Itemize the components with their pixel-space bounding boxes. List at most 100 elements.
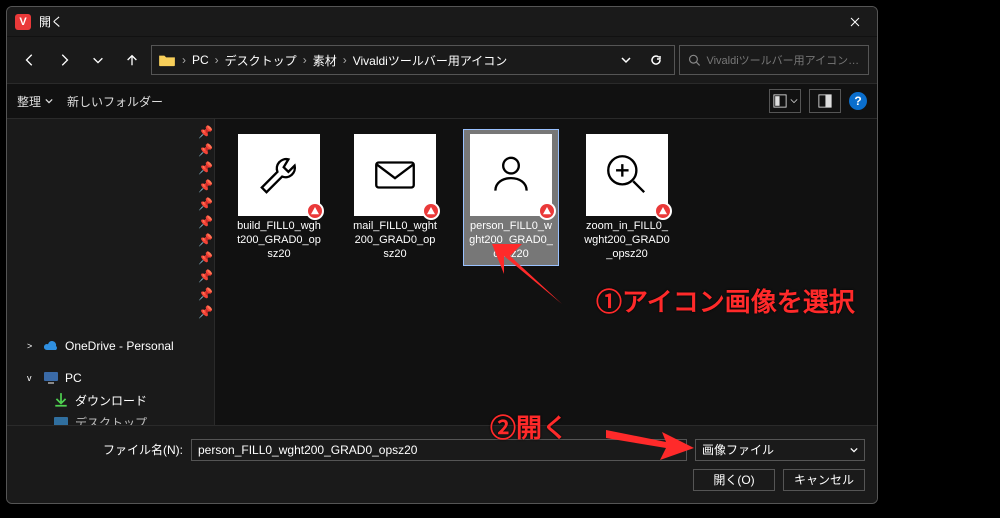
breadcrumb-separator: › xyxy=(182,53,186,67)
arrow-up-icon xyxy=(125,53,139,67)
file-name: zoom_in_FILL0_wght200_GRAD0_opsz20 xyxy=(584,220,670,261)
filename-input[interactable] xyxy=(191,439,687,461)
chevron-down-icon xyxy=(91,53,105,67)
pin-icon: 📌 xyxy=(198,287,208,297)
vivaldi-app-icon: V xyxy=(15,14,31,30)
chevron-down-icon xyxy=(850,446,858,454)
file-name: build_FILL0_wght200_GRAD0_opsz20 xyxy=(236,220,322,261)
file-item[interactable]: build_FILL0_wght200_GRAD0_opsz20 xyxy=(231,129,327,266)
file-item[interactable]: mail_FILL0_wght200_GRAD0_opsz20 xyxy=(347,129,443,266)
breadcrumb-separator: › xyxy=(303,53,307,67)
file-open-dialog: V 開く › PC › デスクトップ › xyxy=(6,6,878,504)
help-button[interactable]: ? xyxy=(849,92,867,110)
nav-up-button[interactable] xyxy=(117,45,147,75)
filetype-label: 画像ファイル xyxy=(702,441,774,458)
arrow-left-icon xyxy=(23,53,37,67)
body-split: 📌 📌 📌 📌 📌 📌 📌 📌 📌 📌 📌 > OneDrive - Perso… xyxy=(7,119,877,425)
preview-pane-button[interactable] xyxy=(809,89,841,113)
breadcrumb-item[interactable]: デスクトップ xyxy=(225,52,297,69)
sidebar-item-downloads[interactable]: ダウンロード xyxy=(7,389,214,411)
pin-icon: 📌 xyxy=(198,251,208,261)
file-thumbnail xyxy=(354,134,436,216)
sidebar-tree: 📌 📌 📌 📌 📌 📌 📌 📌 📌 📌 📌 > OneDrive - Perso… xyxy=(7,119,215,425)
pin-icon: 📌 xyxy=(198,233,208,243)
close-button[interactable] xyxy=(833,7,877,37)
mail-icon xyxy=(370,150,420,200)
breadcrumb-separator: › xyxy=(343,53,347,67)
nav-back-button[interactable] xyxy=(15,45,45,75)
folder-icon xyxy=(158,53,176,67)
file-item-selected[interactable]: person_FILL0_wght200_GRAD0_opsz20 xyxy=(463,129,559,266)
cloud-icon xyxy=(43,338,59,354)
sidebar-item-label: ダウンロード xyxy=(75,392,147,409)
pin-icon: 📌 xyxy=(198,161,208,171)
vivaldi-badge xyxy=(538,202,556,220)
file-name: person_FILL0_wght200_GRAD0_opsz20 xyxy=(468,220,554,261)
view-mode-button[interactable] xyxy=(769,89,801,113)
file-list-area[interactable]: build_FILL0_wght200_GRAD0_opsz20 mail_FI… xyxy=(215,119,877,425)
chevron-down-icon xyxy=(790,97,798,105)
download-icon xyxy=(53,392,69,408)
window-buttons xyxy=(833,7,877,37)
nav-forward-button[interactable] xyxy=(49,45,79,75)
search-icon xyxy=(688,53,700,67)
sidebar-item-label: デスクトップ xyxy=(75,414,147,426)
vivaldi-badge xyxy=(306,202,324,220)
filetype-select[interactable]: 画像ファイル xyxy=(695,439,865,461)
zoom-in-icon xyxy=(602,150,652,200)
breadcrumb-item[interactable]: 素材 xyxy=(313,52,337,69)
search-box[interactable]: Vivaldiツールバー用アイコンの検... xyxy=(679,45,869,75)
file-thumbnail xyxy=(238,134,320,216)
pin-icon: 📌 xyxy=(198,215,208,225)
breadcrumb-item[interactable]: Vivaldiツールバー用アイコン xyxy=(353,52,508,69)
arrow-right-icon xyxy=(57,53,71,67)
breadcrumb-separator: › xyxy=(215,53,219,67)
breadcrumb-item[interactable]: PC xyxy=(192,53,209,67)
sidebar-item-onedrive[interactable]: > OneDrive - Personal xyxy=(7,335,214,357)
pin-icon: 📌 xyxy=(198,179,208,189)
pin-icon: 📌 xyxy=(198,125,208,135)
toolbar: 整理 新しいフォルダー ? xyxy=(7,83,877,119)
close-icon xyxy=(850,17,860,27)
new-folder-button[interactable]: 新しいフォルダー xyxy=(67,93,163,110)
chevron-down-icon xyxy=(45,97,53,105)
file-thumbnail xyxy=(586,134,668,216)
pin-icon: 📌 xyxy=(198,269,208,279)
pin-icon: 📌 xyxy=(198,197,208,207)
file-thumbnail xyxy=(470,134,552,216)
organize-menu[interactable]: 整理 xyxy=(17,93,53,110)
sidebar-item-desktop[interactable]: デスクトップ xyxy=(7,411,214,425)
open-button[interactable]: 開く(O) xyxy=(693,469,775,491)
wrench-icon xyxy=(254,150,304,200)
chevron-down-icon xyxy=(620,54,632,66)
person-icon xyxy=(486,150,536,200)
desktop-icon xyxy=(53,414,69,425)
sidebar-item-label: PC xyxy=(65,371,82,385)
vivaldi-badge xyxy=(422,202,440,220)
background-app-peek xyxy=(882,0,1000,518)
cancel-button[interactable]: キャンセル xyxy=(783,469,865,491)
vivaldi-badge xyxy=(654,202,672,220)
filename-label: ファイル名(N): xyxy=(19,441,183,458)
address-bar[interactable]: › PC › デスクトップ › 素材 › Vivaldiツールバー用アイコン xyxy=(151,45,675,75)
search-placeholder: Vivaldiツールバー用アイコンの検... xyxy=(706,52,860,68)
pc-icon xyxy=(43,370,59,386)
sidebar-item-pc[interactable]: v PC xyxy=(7,367,214,389)
pin-icon: 📌 xyxy=(198,305,208,315)
window-title: 開く xyxy=(39,13,825,30)
collapse-toggle[interactable]: v xyxy=(27,373,37,383)
refresh-button[interactable] xyxy=(644,46,668,74)
preview-pane-icon xyxy=(818,94,832,108)
refresh-icon xyxy=(650,54,662,66)
pin-icon: 📌 xyxy=(198,143,208,153)
address-dropdown[interactable] xyxy=(614,46,638,74)
nav-recent-button[interactable] xyxy=(83,45,113,75)
tiles-view-icon xyxy=(773,94,787,108)
dialog-bottom: ファイル名(N): 画像ファイル 開く(O) キャンセル xyxy=(7,425,877,503)
collapse-toggle[interactable]: > xyxy=(27,341,37,351)
file-item[interactable]: zoom_in_FILL0_wght200_GRAD0_opsz20 xyxy=(579,129,675,266)
sidebar-item-label: OneDrive - Personal xyxy=(65,339,174,353)
titlebar: V 開く xyxy=(7,7,877,37)
help-icon: ? xyxy=(854,94,861,108)
file-name: mail_FILL0_wght200_GRAD0_opsz20 xyxy=(352,220,438,261)
